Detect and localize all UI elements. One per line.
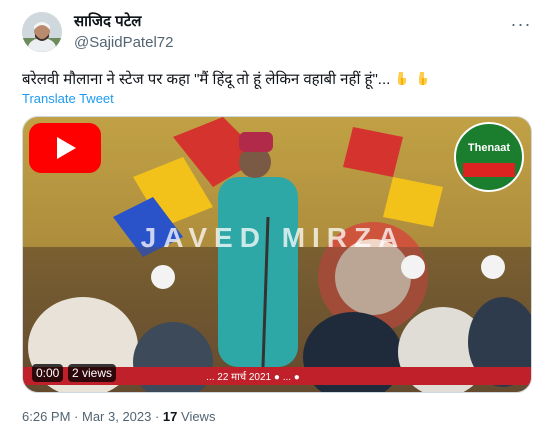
youtube-logo-icon: [29, 123, 101, 173]
tweet-text: बरेलवी मौलाना ने स्टेज पर कहा "मैं हिंदू…: [22, 70, 532, 90]
meta-separator: ·: [151, 409, 163, 424]
author-avatar[interactable]: [22, 12, 62, 52]
tweet-meta: 6:26 PM · Mar 3, 2023 · 17 Views: [22, 409, 215, 424]
channel-logo: Thenaat: [454, 122, 524, 192]
translate-tweet-link[interactable]: Translate Tweet: [22, 91, 114, 106]
backhand-index-pointing-down-icon: [418, 72, 427, 85]
views-count: 17: [162, 409, 178, 424]
meta-separator: ·: [70, 409, 82, 424]
video-caption-strip: ... 22 मार्च 2021 ● ... ●: [206, 371, 300, 383]
backhand-index-pointing-down-icon: [398, 72, 407, 85]
video-player[interactable]: JAVED MIRZA Thenaat ... 22 मार्च 2021 ● …: [22, 116, 532, 393]
author-handle[interactable]: @SajidPatel72: [74, 34, 173, 52]
channel-logo-text: Thenaat: [468, 142, 511, 154]
tweet-time[interactable]: 6:26 PM: [22, 409, 70, 424]
video-frame: JAVED MIRZA Thenaat ... 22 मार्च 2021 ● …: [23, 117, 531, 392]
views-label: Views: [177, 409, 216, 424]
author-name[interactable]: साजिद पटेल: [74, 13, 141, 31]
tweet-card: साजिद पटेल @SajidPatel72 ··· बरेलवी मौला…: [0, 0, 550, 430]
video-elapsed-badge: 0:00: [32, 364, 64, 382]
avatar-image: [22, 12, 62, 52]
video-watermark: JAVED MIRZA: [141, 222, 406, 253]
tweet-date[interactable]: Mar 3, 2023: [82, 409, 151, 424]
video-views-badge: 2 views: [68, 364, 117, 382]
tweet-text-body: बरेलवी मौलाना ने स्टेज पर कहा "मैं हिंदू…: [22, 71, 391, 88]
more-options-icon[interactable]: ···: [508, 14, 534, 34]
